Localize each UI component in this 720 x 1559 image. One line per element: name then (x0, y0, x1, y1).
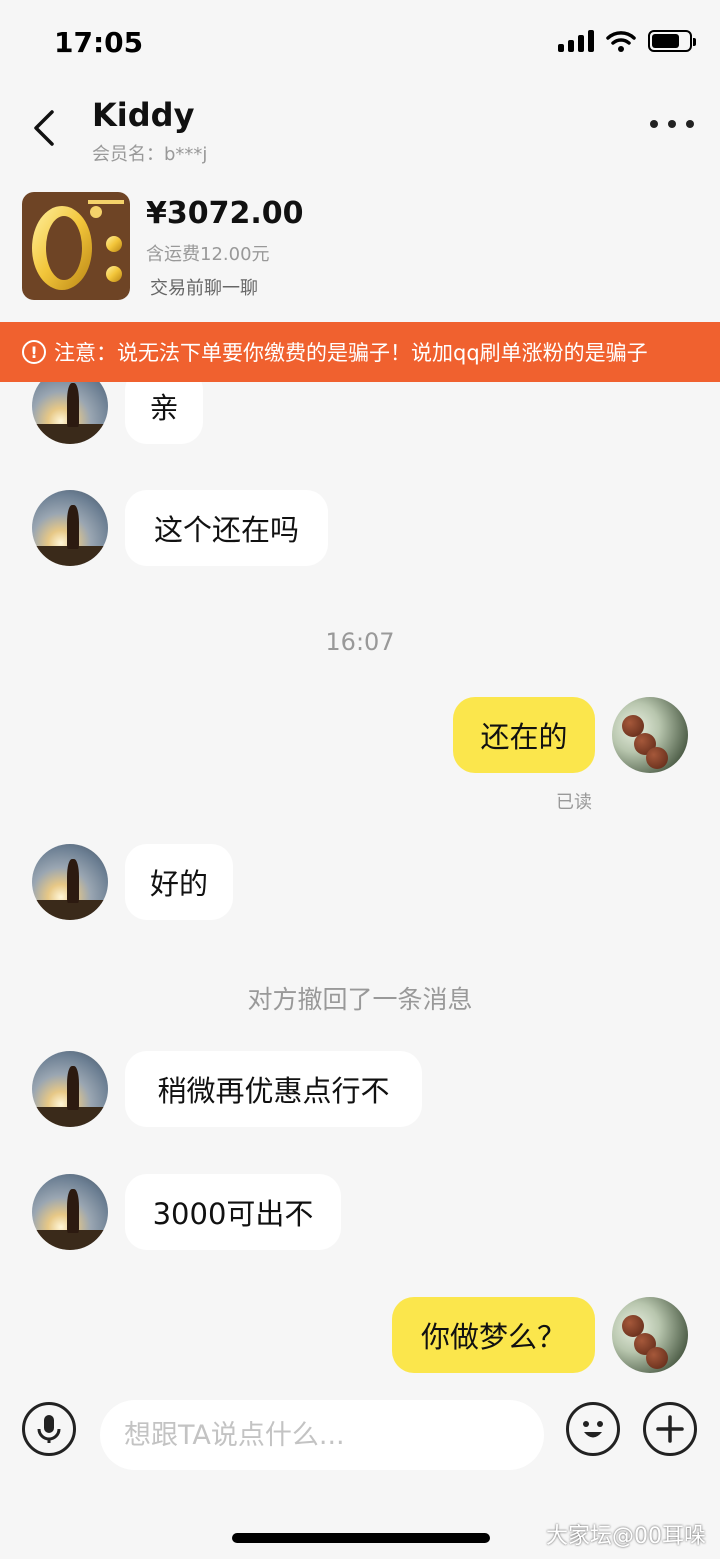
battery-icon (648, 30, 696, 52)
contact-avatar[interactable] (32, 1051, 108, 1127)
recall-notice: 对方撤回了一条消息 (247, 985, 473, 1014)
contact-name: Kiddy (92, 96, 195, 134)
message-bubble[interactable]: 稍微再优惠点行不 (125, 1051, 422, 1127)
message-bubble[interactable]: 亲 (125, 382, 203, 444)
plus-icon (656, 1415, 684, 1443)
emoji-button[interactable] (566, 1402, 620, 1456)
home-indicator[interactable] (232, 1533, 490, 1543)
member-name: 会员名：b***j (92, 144, 208, 165)
contact-avatar[interactable] (32, 490, 108, 566)
user-avatar[interactable] (612, 697, 688, 773)
warning-text: 注意：说无法下单要你缴费的是骗子！说加qq刷单涨粉的是骗子 (54, 341, 648, 365)
cellular-signal-icon (558, 30, 594, 52)
more-options-icon[interactable] (650, 114, 694, 134)
status-icons (558, 30, 696, 52)
microphone-icon (37, 1415, 61, 1443)
input-bar (0, 1392, 720, 1482)
status-time: 17:05 (54, 26, 144, 59)
scam-warning-banner: ! 注意：说无法下单要你缴费的是骗子！说加qq刷单涨粉的是骗子 (0, 322, 720, 382)
product-price: ¥3072.00 (146, 196, 304, 231)
voice-input-button[interactable] (22, 1402, 76, 1456)
smiley-icon (583, 1421, 603, 1438)
contact-avatar[interactable] (32, 844, 108, 920)
message-bubble[interactable]: 3000可出不 (125, 1174, 341, 1250)
message-input[interactable] (100, 1400, 544, 1470)
wifi-icon (606, 31, 636, 52)
product-image[interactable] (22, 192, 130, 300)
back-arrow-icon[interactable] (26, 106, 66, 150)
timestamp: 16:07 (325, 628, 395, 656)
user-avatar[interactable] (612, 1297, 688, 1373)
status-bar: 17:05 (0, 0, 720, 88)
exclamation-icon: ! (22, 340, 46, 364)
watermark: 大家坛@00耳哚 (546, 1524, 706, 1549)
message-bubble-self[interactable]: 还在的 (453, 697, 595, 773)
more-actions-button[interactable] (643, 1402, 697, 1456)
shipping-fee: 含运费12.00元 (146, 244, 270, 265)
product-card[interactable]: ¥3072.00 含运费12.00元 交易前聊一聊 (22, 190, 702, 302)
read-status: 已读 (556, 792, 592, 813)
pre-trade-chat-label: 交易前聊一聊 (150, 278, 258, 299)
chat-header: Kiddy 会员名：b***j (0, 88, 720, 180)
message-list[interactable]: 亲 这个还在吗 16:07 还在的 已读 好的 对方撤回了一条消息 稍微再优惠点… (0, 382, 720, 1392)
message-bubble[interactable]: 这个还在吗 (125, 490, 328, 566)
contact-avatar[interactable] (32, 382, 108, 444)
message-bubble-self[interactable]: 你做梦么？ (392, 1297, 595, 1373)
contact-avatar[interactable] (32, 1174, 108, 1250)
message-bubble[interactable]: 好的 (125, 844, 233, 920)
